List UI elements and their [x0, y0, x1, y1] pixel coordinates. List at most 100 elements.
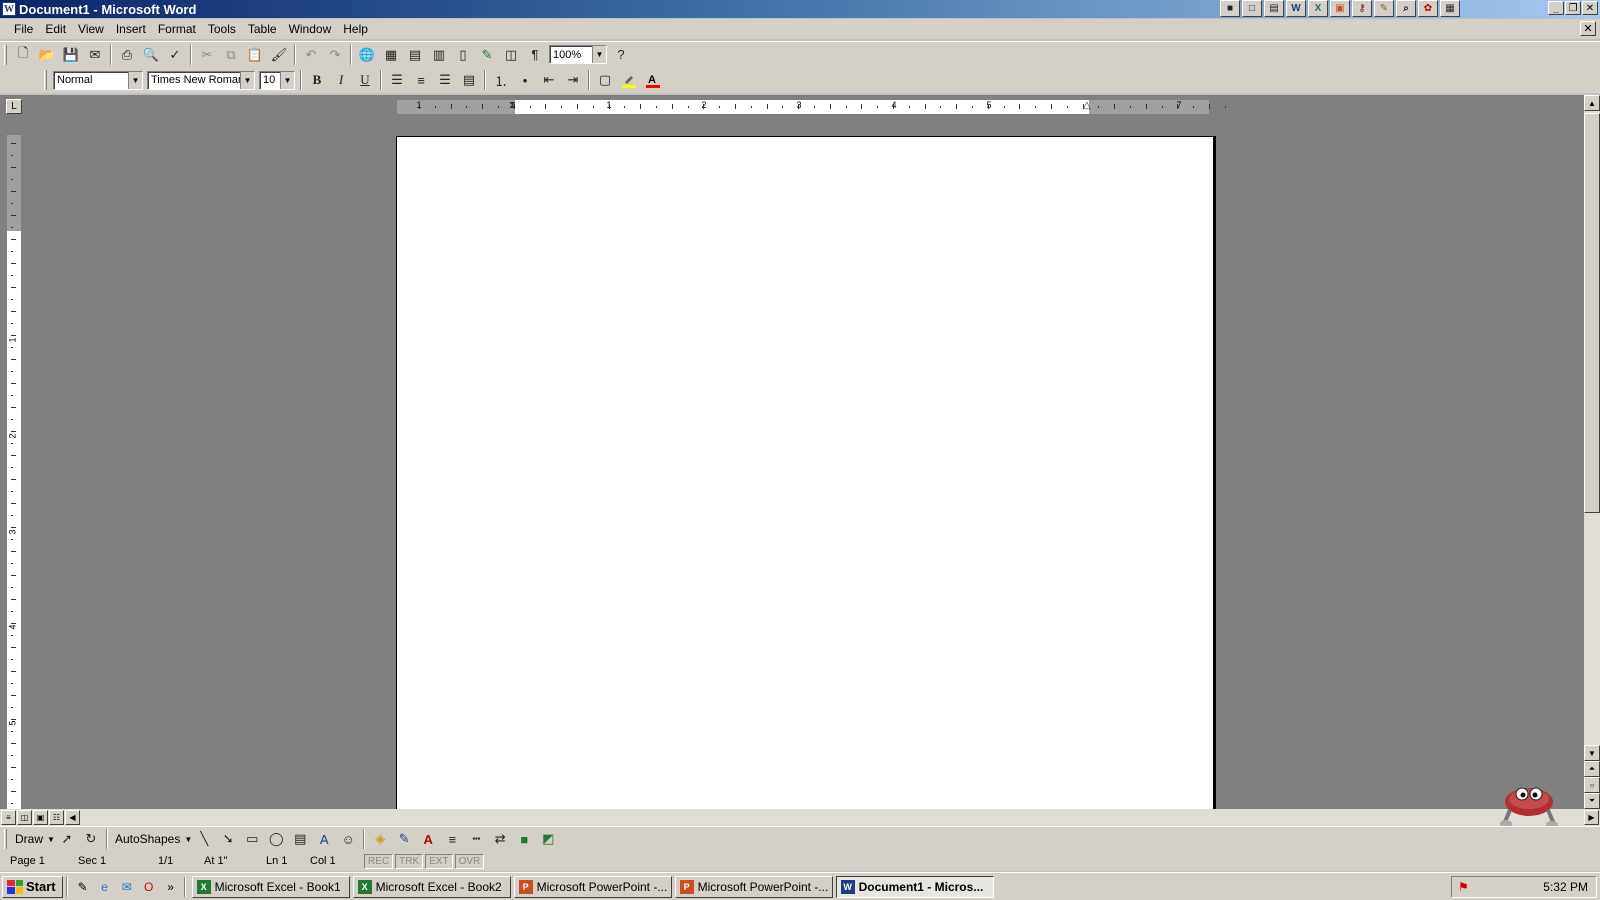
internet-explorer-icon[interactable]: e [95, 877, 115, 897]
email-icon[interactable]: ✉ [84, 44, 106, 66]
italic-button[interactable]: I [330, 69, 352, 91]
copy-icon[interactable]: ⧉ [220, 44, 242, 66]
status-rec[interactable]: REC [364, 853, 394, 869]
hyperlink-icon[interactable]: 🌐 [356, 44, 378, 66]
scroll-thumb[interactable] [1584, 113, 1600, 513]
fill-color-icon[interactable]: ◈ [369, 828, 391, 850]
line-icon[interactable]: ╲ [193, 828, 215, 850]
access-icon[interactable]: ⚷ [1352, 0, 1372, 17]
borders-icon[interactable]: ▢ [594, 69, 616, 91]
menu-insert[interactable]: Insert [110, 20, 152, 38]
justify-icon[interactable]: ▤ [458, 69, 480, 91]
search-icon[interactable]: ⌕ [1396, 0, 1416, 17]
scroll-up-icon[interactable]: ▲ [1584, 95, 1600, 111]
powerpoint-icon[interactable]: ▣ [1330, 0, 1350, 17]
menu-window[interactable]: Window [283, 20, 338, 38]
office-icon[interactable]: ■ [1220, 0, 1240, 17]
text-box-icon[interactable]: ▤ [289, 828, 311, 850]
undo-icon[interactable]: ↶ [300, 44, 322, 66]
word-app-icon[interactable]: W [2, 2, 16, 16]
menu-tools[interactable]: Tools [202, 20, 242, 38]
draw-font-color-icon[interactable]: A [417, 828, 439, 850]
zoom-combo[interactable]: 100% ▼ [549, 45, 607, 64]
chevron-down-icon[interactable]: ▼ [280, 71, 294, 89]
close-button[interactable]: ✕ [1582, 1, 1598, 15]
font-combo[interactable]: Times New Roman ▼ [147, 70, 255, 90]
tools-icon[interactable]: ✎ [1374, 0, 1394, 17]
decrease-indent-icon[interactable]: ⇤ [538, 69, 560, 91]
underline-button[interactable]: U [354, 69, 376, 91]
horizontal-scroll-track[interactable] [80, 810, 1583, 825]
tab-selector[interactable]: L [6, 99, 22, 114]
bold-button[interactable]: B [306, 69, 328, 91]
taskbar-item[interactable]: X Microsoft Excel - Book2 [352, 875, 511, 898]
rectangle-icon[interactable]: ▭ [241, 828, 263, 850]
format-painter-icon[interactable]: 🖌 [268, 44, 290, 66]
cut-icon[interactable]: ✂ [196, 44, 218, 66]
outlook-icon[interactable]: ✿ [1418, 0, 1438, 17]
restore-button[interactable]: ❐ [1565, 1, 1581, 15]
new-office-doc-icon[interactable]: □ [1242, 0, 1262, 17]
minimize-button[interactable]: _ [1548, 1, 1564, 15]
scroll-right-icon[interactable]: ▶ [1584, 810, 1599, 825]
accessories-icon[interactable]: ▦ [1440, 0, 1460, 17]
tray-icon[interactable]: ⚑ [1458, 880, 1469, 894]
web-layout-view-icon[interactable]: ◫ [17, 810, 32, 825]
taskbar-item[interactable]: P Microsoft PowerPoint -... [674, 875, 833, 898]
scroll-down-icon[interactable]: ▼ [1584, 745, 1600, 761]
line-color-icon[interactable]: ✎ [393, 828, 415, 850]
open-folder-icon[interactable]: 📂 [36, 44, 58, 66]
outlook-express-icon[interactable]: ✉ [117, 877, 137, 897]
new-document-icon[interactable]: 🗋 [12, 44, 34, 66]
show-desktop-icon[interactable]: ✎ [73, 877, 93, 897]
office-assistant-icon[interactable] [1498, 776, 1560, 832]
outline-view-icon[interactable]: ☷ [49, 810, 64, 825]
paste-icon[interactable]: 📋 [244, 44, 266, 66]
dash-style-icon[interactable]: ┅ [465, 828, 487, 850]
chevron-down-icon[interactable]: ▼ [128, 71, 142, 89]
scroll-left-icon[interactable]: ◀ [65, 810, 80, 825]
style-combo[interactable]: Normal ▼ [53, 70, 143, 90]
chevron-down-icon[interactable]: ▼ [240, 71, 254, 89]
opera-icon[interactable]: O [139, 877, 159, 897]
document-map-icon[interactable]: ◫ [500, 44, 522, 66]
drawing-icon[interactable]: ✎ [476, 44, 498, 66]
oval-icon[interactable]: ◯ [265, 828, 287, 850]
more-quicklaunch-icon[interactable]: » [161, 877, 181, 897]
align-left-icon[interactable]: ☰ [386, 69, 408, 91]
toolbar-grip[interactable] [4, 44, 7, 65]
select-objects-icon[interactable]: ➚ [56, 828, 78, 850]
vertical-ruler[interactable]: 1 2 3 4 5 [7, 135, 21, 809]
toolbar-grip[interactable] [44, 70, 47, 90]
print-layout-view-icon[interactable]: ▣ [33, 810, 48, 825]
show-hide-icon[interactable]: ¶ [524, 44, 546, 66]
free-rotate-icon[interactable]: ↻ [80, 828, 102, 850]
menu-table[interactable]: Table [242, 20, 283, 38]
help-icon[interactable]: ? [610, 44, 632, 66]
menu-file[interactable]: File [8, 20, 39, 38]
font-color-icon[interactable]: A [642, 69, 664, 91]
3d-icon[interactable]: ◩ [537, 828, 559, 850]
vertical-scrollbar[interactable]: ▲ ▼ ⏶ ○ ⏷ [1584, 95, 1600, 809]
taskbar-item[interactable]: P Microsoft PowerPoint -... [513, 875, 672, 898]
line-style-icon[interactable]: ≡ [441, 828, 463, 850]
insert-table-icon[interactable]: ▤ [404, 44, 426, 66]
clip-art-icon[interactable]: ☺ [337, 828, 359, 850]
clock[interactable]: 5:32 PM [1543, 880, 1588, 894]
menu-format[interactable]: Format [152, 20, 202, 38]
draw-menu-button[interactable]: Draw [11, 832, 47, 846]
spelling-icon[interactable]: ✓ [164, 44, 186, 66]
align-right-icon[interactable]: ☰ [434, 69, 456, 91]
print-icon[interactable]: ⎙ [116, 44, 138, 66]
first-line-indent-marker[interactable]: ⧗ [509, 100, 516, 111]
taskbar-item-active[interactable]: W Document1 - Micros... [835, 875, 994, 898]
numbering-icon[interactable]: ⒈ [490, 69, 512, 91]
redo-icon[interactable]: ↷ [324, 44, 346, 66]
align-center-icon[interactable]: ≡ [410, 69, 432, 91]
arrow-icon[interactable]: ➘ [217, 828, 239, 850]
status-ext[interactable]: EXT [425, 853, 453, 869]
start-button[interactable]: Start [2, 875, 63, 898]
status-trk[interactable]: TRK [395, 853, 424, 869]
increase-indent-icon[interactable]: ⇥ [562, 69, 584, 91]
taskbar-item[interactable]: X Microsoft Excel - Book1 [191, 875, 350, 898]
